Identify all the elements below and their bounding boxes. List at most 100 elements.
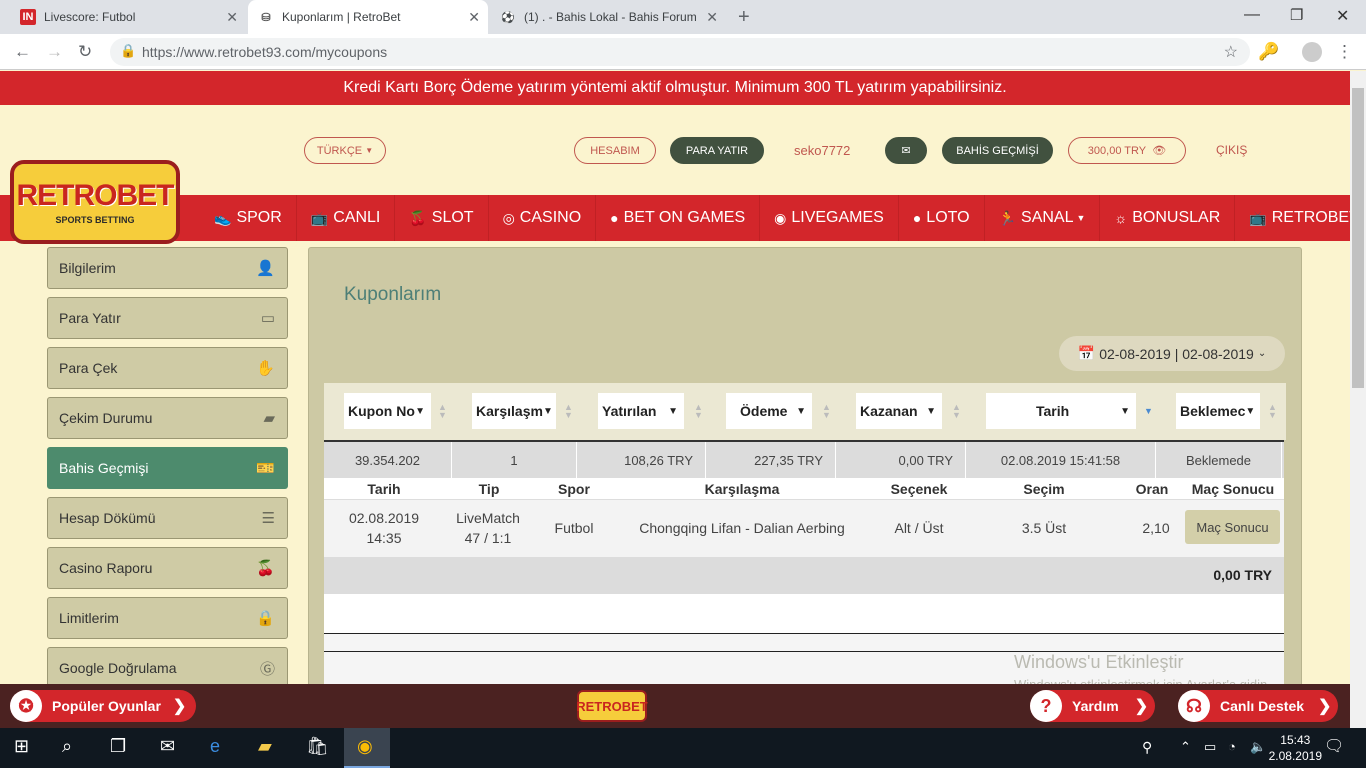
menu-item-livegames[interactable]: ◉ LIVEGAMES [760,195,899,241]
sidebar-item-bahis-gecmisi[interactable]: Bahis Geçmişi 🎫 [47,447,288,489]
menu-label: CASINO [519,209,582,226]
back-icon[interactable]: ← [14,42,31,62]
profile-avatar[interactable] [1302,42,1322,62]
logout-link[interactable]: ÇIKIŞ [1216,143,1247,157]
lock-icon: 🔒 [256,610,275,627]
filter-label: Beklemec [1180,403,1246,419]
windows-start-icon[interactable]: ⊞ [14,736,29,757]
people-icon[interactable]: ⚲ [1142,739,1152,756]
wifi-icon[interactable]: ◔ [1228,739,1236,754]
date-range-picker[interactable]: 📅 02-08-2019 | 02-08-2019 ⌄ [1059,336,1285,371]
menu-item-sanal[interactable]: 🏃 SANAL ▼ [985,195,1101,241]
battery-icon[interactable]: ▭ [1204,739,1216,755]
sidebar-item-label: Limitlerim [59,610,119,626]
match-result-button[interactable]: Maç Sonucu [1185,510,1280,544]
sidebar-item-label: Para Yatır [59,310,121,326]
live-support-button[interactable]: ☊ Canlı Destek ❯ [1178,690,1338,722]
sidebar-item-para-yatir[interactable]: Para Yatır ▭ [47,297,288,339]
menu-item-bet-on-games[interactable]: ● BET ON GAMES [596,195,761,241]
language-select[interactable]: TÜRKÇE ▼ [304,137,386,164]
maximize-icon[interactable]: ❐ [1290,6,1303,24]
minimize-icon[interactable]: — [1244,6,1260,24]
sort-icon[interactable]: ▲ ▼ [438,403,447,420]
filter-match[interactable]: Karşılaşm ▼ [472,393,556,429]
detail-option: Alt / Üst [894,520,944,536]
task-view-icon[interactable]: ❐ [110,736,126,757]
file-explorer-icon[interactable]: ▰ [258,736,272,757]
edge-icon[interactable]: e [210,736,220,757]
sort-desc-icon[interactable]: ▼ [1144,407,1153,416]
scrollbar-thumb[interactable] [1352,88,1364,388]
menu-label: CANLI [333,209,381,226]
menu-item-bonuslar[interactable]: ☼ BONUSLAR [1100,195,1236,241]
site-logo[interactable]: RETROBET SPORTS BETTING [10,160,180,244]
menu-label: LOTO [926,209,970,226]
filter-stake[interactable]: Yatırılan ▼ [598,393,684,429]
caret-down-icon: ▼ [542,405,553,417]
menu-item-canli[interactable]: 📺 CANLI [297,195,396,241]
filter-payout[interactable]: Ödeme ▼ [726,393,812,429]
sidebar-item-bilgilerim[interactable]: Bilgilerim 👤 [47,247,288,289]
sidebar-item-hesap-dokumu[interactable]: Hesap Dökümü ☰ [47,497,288,539]
coupon-row[interactable]: 39.354.202 1 108,26 TRY 227,35 TRY 0,00 … [324,440,1284,478]
reload-icon[interactable]: ↻ [78,42,92,62]
browser-tab-retrobet[interactable]: ⛁ Kuponlarım | RetroBet ✕ [248,0,488,34]
menu-item-slot[interactable]: 🍒 SLOT [395,195,489,241]
menu-item-casino[interactable]: ◎ CASINO [489,195,597,241]
footer-logo[interactable]: RETROBET [576,690,648,722]
forward-icon[interactable]: → [46,42,63,62]
taskbar-clock[interactable]: 15:43 2.08.2019 [1269,732,1322,764]
caret-down-icon: ▼ [668,405,678,417]
browser-tab-livescore[interactable]: IN Livescore: Futbol ✕ [10,0,246,34]
popular-games-button[interactable]: ✪ Popüler Oyunlar ❯ [10,690,196,722]
sidebar-item-limitlerim[interactable]: Limitlerim 🔒 [47,597,288,639]
sidebar-item-label: Hesap Dökümü [59,510,156,526]
sidebar-item-para-cek[interactable]: Para Çek ✋ [47,347,288,389]
filter-status[interactable]: Beklemec ▼ [1176,393,1260,429]
filter-coupon-no[interactable]: Kupon No ▼ [344,393,431,429]
account-button[interactable]: HESABIM [574,137,656,164]
close-window-icon[interactable]: ✕ [1336,6,1349,26]
mail-icon[interactable]: ✉ [160,736,175,757]
close-tab-icon[interactable]: ✕ [706,9,718,26]
sidebar-item-google-dogrulama[interactable]: Google Doğrulama Ⓖ [47,647,288,689]
sidebar-item-casino-raporu[interactable]: Casino Raporu 🍒 [47,547,288,589]
deposit-button[interactable]: PARA YATIR [670,137,764,164]
chevron-right-icon: ❯ [1134,698,1149,715]
chevron-up-icon[interactable]: ⌃ [1180,739,1191,755]
detail-type-name: LiveMatch [456,510,520,526]
close-tab-icon[interactable]: ✕ [468,9,480,26]
star-icon[interactable]: ☆ [1224,42,1238,62]
filter-won[interactable]: Kazanan ▼ [856,393,942,429]
store-icon[interactable]: 🛍 [306,736,329,757]
col-choice: Seçim [1023,481,1065,497]
eye-slash-icon: 👁 [1152,145,1167,157]
filter-date[interactable]: Tarih ▼ [986,393,1136,429]
url-field[interactable]: 🔒 https://www.retrobet93.com/mycoupons ☆ [110,38,1250,66]
balance-button[interactable]: 300,00 TRY 👁 [1068,137,1186,164]
sort-icon[interactable]: ▲ ▼ [694,403,703,420]
menu-dots-icon[interactable]: ⋮ [1336,42,1353,62]
sort-icon[interactable]: ▲ ▼ [564,403,573,420]
notification-icon[interactable]: 🗨 [1324,736,1344,756]
menu-item-spor[interactable]: 👟 SPOR [200,195,297,241]
volume-icon[interactable]: 🔈 [1250,739,1266,755]
sort-icon[interactable]: ▲ ▼ [822,403,831,420]
close-tab-icon[interactable]: ✕ [226,9,238,26]
key-icon[interactable]: 🔑 [1258,42,1279,62]
sidebar-item-cekim-durumu[interactable]: Çekim Durumu ▰ [47,397,288,439]
menu-item-loto[interactable]: ● LOTO [899,195,985,241]
tv-icon: 📺 [1249,209,1267,226]
sort-icon[interactable]: ▲ ▼ [1268,403,1277,420]
chevron-right-icon: ❯ [172,698,187,715]
coupon-date: 02.08.2019 15:41:58 [966,442,1156,478]
menu-item-retrobettv[interactable]: 📺RETROBETTV [1235,195,1366,241]
browser-tab-forum[interactable]: ⚽ (1) . - Bahis Lokal - Bahis Forum ✕ [490,0,726,34]
search-icon[interactable]: ⌕ [62,736,72,757]
help-button[interactable]: ? Yardım ❯ [1030,690,1155,722]
new-tab-icon[interactable]: + [738,6,750,29]
messages-button[interactable]: ✉ [885,137,927,164]
sort-icon[interactable]: ▲ ▼ [952,403,961,420]
coupon-total-row: 0,00 TRY [324,557,1284,594]
bet-history-button[interactable]: BAHİS GEÇMİŞİ [942,137,1053,164]
